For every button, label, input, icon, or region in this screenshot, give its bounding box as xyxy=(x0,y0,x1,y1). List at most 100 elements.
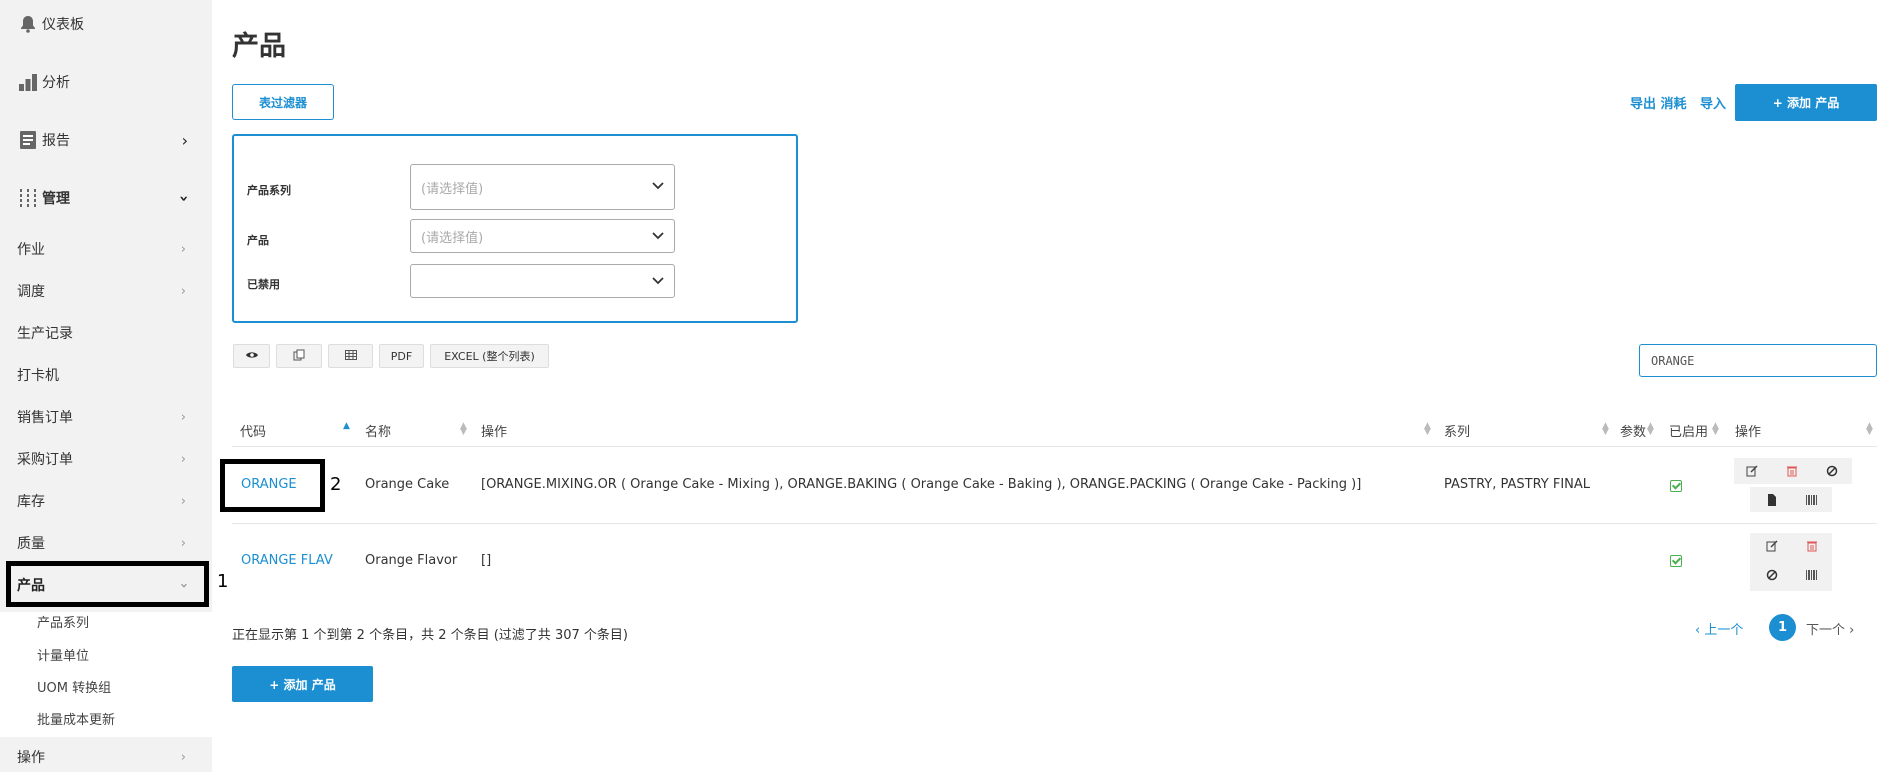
copy-button[interactable] xyxy=(276,344,322,368)
pagination-next[interactable]: 下一个 › xyxy=(1806,619,1854,638)
filter-panel: 产品系列 (请选择值) 产品 (请选择值) 已禁用 xyxy=(232,134,798,323)
sidebar-item-operations[interactable]: 操作 › xyxy=(0,737,212,772)
table-info-text: 正在显示第 1 个到第 2 个条目，共 2 个条目 (过滤了共 307 个条目) xyxy=(232,628,628,643)
nav-reports[interactable]: 报告 › xyxy=(0,111,212,169)
bar-chart-icon xyxy=(18,72,38,92)
annotation-label-1: 1 xyxy=(217,571,229,592)
submenu-item-batch-cost-update[interactable]: 批量成本更新 xyxy=(37,703,115,733)
nav-dashboard[interactable]: 仪表板 xyxy=(0,0,212,53)
sort-icon: ▲ ▼ xyxy=(1602,421,1609,437)
column-visibility-button[interactable] xyxy=(233,344,270,368)
chevron-right-icon: › xyxy=(180,749,186,765)
sort-icon: ▲ ▼ xyxy=(1712,421,1719,437)
search-input[interactable] xyxy=(1639,344,1877,377)
barcode-icon[interactable] xyxy=(1801,490,1823,510)
disable-icon[interactable] xyxy=(1761,565,1783,585)
chevron-right-icon: › xyxy=(180,241,186,257)
column-header-series[interactable]: 系列 xyxy=(1444,421,1470,440)
column-header-name[interactable]: 名称 xyxy=(365,421,391,440)
sidebar-item-schedule[interactable]: 调度 › xyxy=(0,271,212,311)
sort-icon: ▲ ▼ xyxy=(1424,421,1431,437)
sidebar-item-jobs[interactable]: 作业 › xyxy=(0,229,212,269)
pagination-page-1[interactable]: 1 xyxy=(1769,614,1796,641)
sidebar-item-sales-orders[interactable]: 销售订单 › xyxy=(0,397,212,437)
delete-icon[interactable] xyxy=(1781,461,1803,481)
filter-label-product-family: 产品系列 xyxy=(247,184,291,197)
pagination-next-label: 下一个 xyxy=(1806,623,1846,638)
enabled-check-icon xyxy=(1670,555,1682,567)
chevron-down-icon xyxy=(651,179,665,197)
column-header-code[interactable]: 代码 xyxy=(240,421,266,440)
annotation-box-1 xyxy=(6,561,209,607)
disabled-select[interactable] xyxy=(410,264,675,298)
sidebar-item-quality[interactable]: 质量 › xyxy=(0,523,212,563)
chevron-right-icon: › xyxy=(180,451,186,467)
submenu-item-product-families[interactable]: 产品系列 xyxy=(37,606,89,636)
edit-icon[interactable] xyxy=(1741,461,1763,481)
sidebar: 仪表板 分析 报告 › 管理 › 作业 › 调度 › 生产记录 打卡机 销售订单… xyxy=(0,0,212,772)
page-title: 产品 xyxy=(232,31,286,62)
chevron-right-icon: › xyxy=(180,493,186,509)
filter-label-product: 产品 xyxy=(247,234,269,247)
product-select[interactable]: (请选择值) xyxy=(410,219,675,253)
export-consumption-link[interactable]: 导出 消耗 xyxy=(1630,93,1687,112)
sort-icon: ▲ ▼ xyxy=(1866,421,1873,437)
sliders-icon xyxy=(18,188,38,208)
sort-icon: ▲ ▼ xyxy=(460,421,467,437)
sidebar-item-label: 作业 xyxy=(17,242,45,258)
column-header-enabled[interactable]: 已启用 xyxy=(1669,421,1708,440)
sidebar-item-label: 采购订单 xyxy=(17,452,73,468)
disable-icon[interactable] xyxy=(1821,461,1843,481)
nav-management-label: 管理 xyxy=(42,191,70,207)
chevron-down-icon xyxy=(651,229,665,247)
column-header-operations[interactable]: 操作 xyxy=(481,421,507,440)
barcode-icon[interactable] xyxy=(1801,565,1823,585)
submenu-item-units[interactable]: 计量单位 xyxy=(37,639,89,669)
column-header-parameters[interactable]: 参数 xyxy=(1620,421,1646,440)
edit-icon[interactable] xyxy=(1761,536,1783,556)
product-code-link[interactable]: ORANGE FLAV xyxy=(241,553,333,568)
nav-management[interactable]: 管理 › xyxy=(0,169,212,227)
chevron-down-icon xyxy=(651,274,665,292)
chevron-right-icon: › xyxy=(180,535,186,551)
column-header-actions[interactable]: 操作 xyxy=(1735,421,1761,440)
sidebar-item-production-records[interactable]: 生产记录 xyxy=(0,313,212,353)
sidebar-item-label: 质量 xyxy=(17,536,45,552)
document-icon[interactable] xyxy=(1761,490,1783,510)
pagination-prev-label: 上一个 xyxy=(1704,623,1744,638)
sidebar-item-inventory[interactable]: 库存 › xyxy=(0,481,212,521)
enabled-check-icon xyxy=(1670,480,1682,492)
product-placeholder: (请选择值) xyxy=(421,230,484,246)
sidebar-item-time-clock[interactable]: 打卡机 xyxy=(0,355,212,395)
csv-button[interactable] xyxy=(328,344,373,368)
table-row-divider xyxy=(232,523,1877,524)
delete-icon[interactable] xyxy=(1801,536,1823,556)
nav-analytics[interactable]: 分析 xyxy=(0,53,212,111)
product-operations: [] xyxy=(481,553,492,568)
product-name: Orange Flavor xyxy=(365,553,458,568)
product-family-select[interactable]: (请选择值) xyxy=(410,164,675,210)
table-filter-button[interactable]: 表过滤器 xyxy=(232,84,334,120)
chevron-down-icon: › xyxy=(175,194,195,202)
chevron-right-icon: › xyxy=(180,283,186,299)
product-name: Orange Cake xyxy=(365,477,450,492)
pagination-prev[interactable]: ‹ 上一个 xyxy=(1695,619,1743,638)
chevron-left-icon: ‹ xyxy=(1695,623,1705,638)
sort-asc-icon: ▲ xyxy=(343,421,350,431)
table-icon xyxy=(344,349,357,363)
bell-icon xyxy=(18,14,38,34)
sidebar-item-label: 库存 xyxy=(17,494,45,510)
app: 仪表板 分析 报告 › 管理 › 作业 › 调度 › 生产记录 打卡机 销售订单… xyxy=(0,0,1890,772)
add-product-button[interactable]: + 添加 产品 xyxy=(1735,84,1877,121)
pdf-button[interactable]: PDF xyxy=(379,344,424,368)
sidebar-item-purchase-orders[interactable]: 采购订单 › xyxy=(0,439,212,479)
product-code-link[interactable]: ORANGE xyxy=(241,477,297,492)
add-product-bottom-button[interactable]: + 添加 产品 xyxy=(232,666,373,702)
submenu-item-uom-groups[interactable]: UOM 转换组 xyxy=(37,671,111,701)
table-header-divider xyxy=(232,446,1877,447)
product-operations: [ORANGE.MIXING.OR ( Orange Cake - Mixing… xyxy=(481,477,1362,492)
import-link[interactable]: 导入 xyxy=(1700,93,1726,112)
nav-reports-label: 报告 xyxy=(42,133,70,149)
excel-button[interactable]: EXCEL (整个列表) xyxy=(430,344,549,368)
eye-icon xyxy=(245,350,259,363)
